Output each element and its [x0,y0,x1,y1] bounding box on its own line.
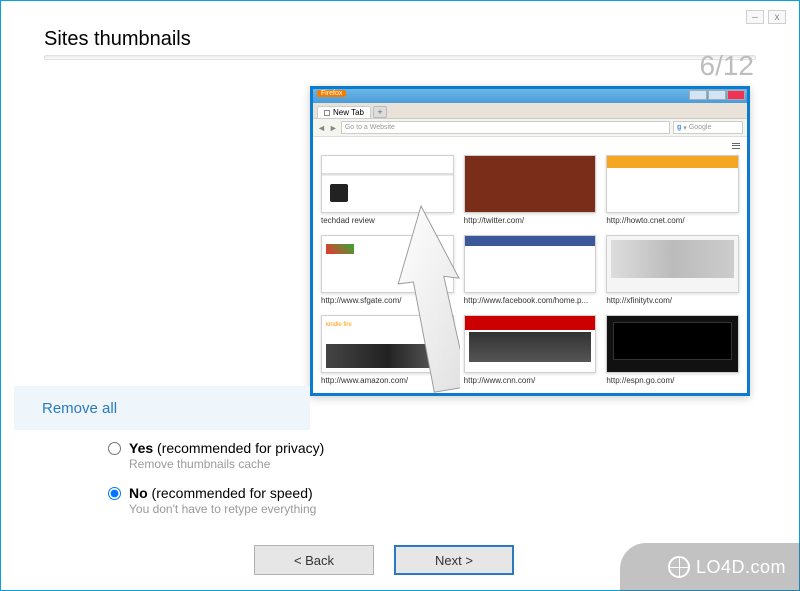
site-thumbnail: techdad review [321,155,454,225]
option-yes[interactable]: Yes (recommended for privacy) Remove thu… [108,440,324,471]
close-button[interactable]: x [768,10,786,24]
window-controls: – x [746,10,786,24]
remove-all-bar: Remove all [14,386,310,430]
search-bar: g ▾ Google [673,121,743,134]
browser-preview: Firefox New Tab + ◄ ► Go to a Website g … [310,86,750,396]
radio-yes[interactable] [108,442,121,455]
back-button[interactable]: < Back [254,545,374,575]
next-button[interactable]: Next > [394,545,514,575]
radio-no[interactable] [108,487,121,500]
preview-titlebar: Firefox [313,89,747,103]
site-thumbnail: http://xfinitytv.com/ [606,235,739,305]
back-nav-icon: ◄ [317,123,326,133]
url-bar: Go to a Website [341,121,670,134]
option-no[interactable]: No (recommended for speed) You don't hav… [108,485,324,516]
option-yes-label: Yes (recommended for privacy) [129,440,324,456]
wizard-buttons: < Back Next > [254,545,514,575]
option-yes-sub: Remove thumbnails cache [129,457,324,471]
watermark: LO4D.com [620,543,800,591]
preview-body: techdad review http://twitter.com/ http:… [313,137,747,393]
options-group: Yes (recommended for privacy) Remove thu… [108,440,324,530]
globe-icon [668,556,690,578]
remove-all-link[interactable]: Remove all [42,400,117,417]
google-icon: g [677,124,681,131]
site-thumbnail: http://twitter.com/ [464,155,597,225]
watermark-text: LO4D.com [696,557,786,578]
preview-window-controls [689,90,745,100]
preview-tab: New Tab [317,106,371,118]
firefox-label: Firefox [317,90,346,97]
new-tab-icon: + [373,106,387,118]
option-no-sub: You don't have to retype everything [129,502,324,516]
preview-tab-label: New Tab [333,108,364,117]
step-counter: 6/12 [700,50,755,82]
search-placeholder: Google [689,124,712,131]
forward-nav-icon: ► [329,123,338,133]
preview-max-icon [708,90,726,100]
url-placeholder: Go to a Website [345,124,395,131]
preview-min-icon [689,90,707,100]
site-thumbnail: http://espn.go.com/ [606,315,739,385]
site-thumbnail: http://www.sfgate.com/ [321,235,454,305]
minimize-button[interactable]: – [746,10,764,24]
site-thumbnail: http://www.facebook.com/home.p... [464,235,597,305]
site-thumbnail: http://www.amazon.com/ [321,315,454,385]
preview-toolbar: ◄ ► Go to a Website g ▾ Google [313,119,747,137]
hamburger-icon [731,141,741,151]
option-no-label: No (recommended for speed) [129,485,313,501]
site-thumbnail: http://www.cnn.com/ [464,315,597,385]
thumbnail-grid: techdad review http://twitter.com/ http:… [321,155,739,385]
preview-tabstrip: New Tab + [313,103,747,119]
site-thumbnail: http://howto.cnet.com/ [606,155,739,225]
page-icon [324,110,330,116]
preview-close-icon [727,90,745,100]
